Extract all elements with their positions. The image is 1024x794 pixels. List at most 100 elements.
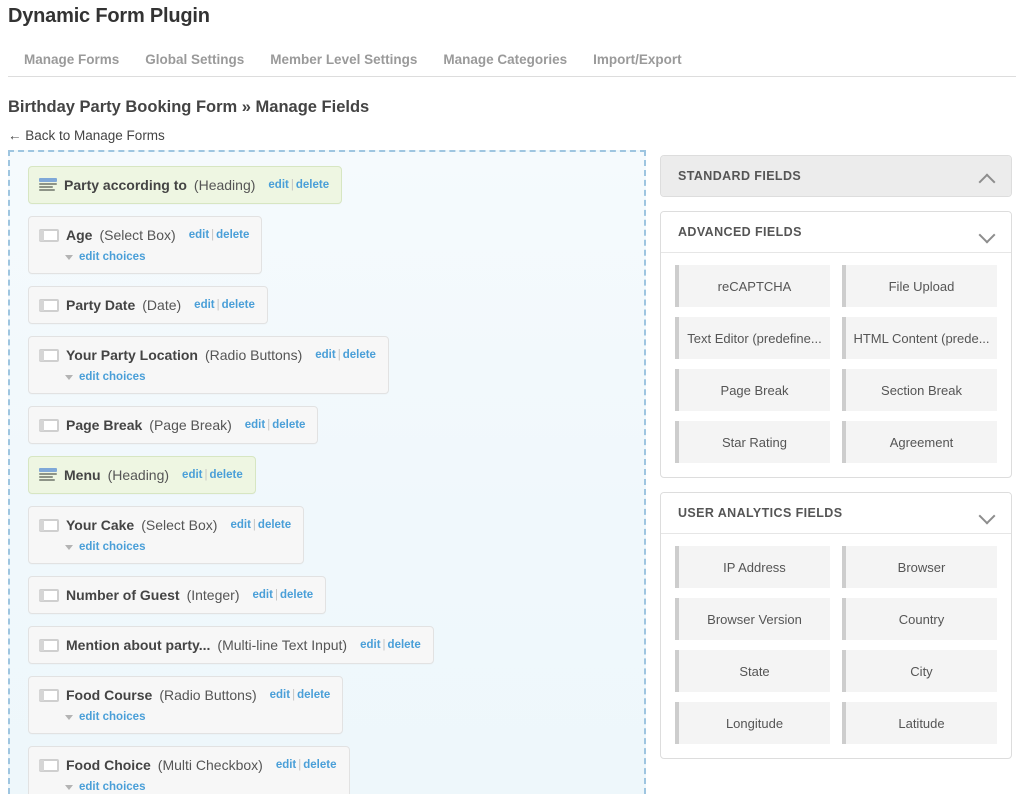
edit-choices-label: edit choices xyxy=(79,251,146,263)
form-field-row[interactable]: Food Choice (Multi Checkbox) edit | delete ed… xyxy=(28,746,350,794)
edit-field-link[interactable]: edit xyxy=(245,419,265,431)
caret-down-icon xyxy=(65,714,73,720)
palette-field-button[interactable]: Country xyxy=(842,598,997,640)
edit-choices-toggle[interactable]: edit choices xyxy=(65,711,330,723)
form-field-row[interactable]: Menu (Heading) edit | delete xyxy=(28,456,256,494)
palette-field-button[interactable]: State xyxy=(675,650,830,692)
nav-tab-manage-forms[interactable]: Manage Forms xyxy=(8,52,132,68)
palette-field-button[interactable]: reCAPTCHA xyxy=(675,265,830,307)
edit-field-link[interactable]: edit xyxy=(276,759,296,771)
field-icon xyxy=(39,638,59,652)
field-label: Your Cake xyxy=(66,517,135,533)
form-fields-drop-area[interactable]: Party according to (Heading) edit | delete Ag… xyxy=(8,150,646,794)
chevron-up-icon[interactable] xyxy=(980,172,995,181)
heading-icon xyxy=(39,468,57,482)
nav-tab-global-settings[interactable]: Global Settings xyxy=(132,52,257,68)
delete-field-link[interactable]: delete xyxy=(297,689,330,701)
palette-panel-title: USER ANALYTICS FIELDS xyxy=(678,506,843,520)
action-separator: | xyxy=(290,179,294,191)
delete-field-link[interactable]: delete xyxy=(343,349,376,361)
nav-tab-member-level-settings[interactable]: Member Level Settings xyxy=(257,52,430,68)
palette-panel-header[interactable]: STANDARD FIELDS xyxy=(661,156,1011,196)
form-field-row[interactable]: Your Cake (Select Box) edit | delete edit cho… xyxy=(28,506,305,564)
delete-field-link[interactable]: delete xyxy=(222,299,255,311)
chevron-down-icon[interactable] xyxy=(980,509,995,518)
edit-field-link[interactable]: edit xyxy=(360,639,380,651)
chevron-down-icon[interactable] xyxy=(980,228,995,237)
palette-panel-header[interactable]: USER ANALYTICS FIELDS xyxy=(661,493,1011,533)
edit-choices-label: edit choices xyxy=(79,781,146,793)
delete-field-link[interactable]: delete xyxy=(210,469,243,481)
delete-field-link[interactable]: delete xyxy=(216,229,249,241)
palette-field-button[interactable]: Page Break xyxy=(675,369,830,411)
edit-choices-toggle[interactable]: edit choices xyxy=(65,251,249,263)
palette-field-button[interactable]: Browser Version xyxy=(675,598,830,640)
delete-field-link[interactable]: delete xyxy=(280,589,313,601)
delete-field-link[interactable]: delete xyxy=(272,419,305,431)
form-field-row[interactable]: Age (Select Box) edit | delete edit choices xyxy=(28,216,263,274)
form-field-row[interactable]: Food Course (Radio Buttons) edit | delete edi… xyxy=(28,676,344,734)
caret-down-icon xyxy=(65,254,73,260)
palette-field-button[interactable]: Agreement xyxy=(842,421,997,463)
palette-field-button[interactable]: Longitude xyxy=(675,702,830,744)
nav-tab-manage-categories[interactable]: Manage Categories xyxy=(430,52,580,68)
edit-field-link[interactable]: edit xyxy=(270,689,290,701)
field-row-wrapper: Food Choice (Multi Checkbox) edit | delete ed… xyxy=(10,746,644,794)
form-field-row[interactable]: Your Party Location (Radio Buttons) edit | d… xyxy=(28,336,389,394)
form-field-row[interactable]: Party according to (Heading) edit | delete xyxy=(28,166,343,204)
form-field-row[interactable]: Mention about party... (Multi-line Text I… xyxy=(28,626,434,664)
palette-field-button[interactable]: City xyxy=(842,650,997,692)
field-row-wrapper: Party according to (Heading) edit | delete xyxy=(10,166,644,216)
field-row-wrapper: Page Break (Page Break) edit | delete xyxy=(10,406,644,456)
palette-field-button[interactable]: File Upload xyxy=(842,265,997,307)
page-title: Birthday Party Booking Form » Manage Fie… xyxy=(8,98,370,116)
edit-field-link[interactable]: edit xyxy=(230,519,250,531)
field-type: (Integer) xyxy=(186,587,240,603)
field-label: Party Date xyxy=(66,297,136,313)
edit-field-link[interactable]: edit xyxy=(182,469,202,481)
delete-field-link[interactable]: delete xyxy=(388,639,421,651)
form-field-row[interactable]: Party Date (Date) edit | delete xyxy=(28,286,268,324)
delete-field-link[interactable]: delete xyxy=(303,759,336,771)
action-separator: | xyxy=(382,639,386,651)
field-type: (Radio Buttons) xyxy=(159,687,257,703)
delete-field-link[interactable]: delete xyxy=(296,179,329,191)
edit-field-link[interactable]: edit xyxy=(268,179,288,191)
edit-choices-toggle[interactable]: edit choices xyxy=(65,781,337,793)
edit-field-link[interactable]: edit xyxy=(253,589,273,601)
field-actions: edit | delete xyxy=(194,299,255,311)
palette-field-button[interactable]: HTML Content (prede... xyxy=(842,317,997,359)
field-label: Number of Guest xyxy=(66,587,180,603)
action-separator: | xyxy=(337,349,341,361)
field-row-wrapper: Food Course (Radio Buttons) edit | delete edi… xyxy=(10,676,644,746)
palette-field-button[interactable]: Text Editor (predefine... xyxy=(675,317,830,359)
edit-choices-toggle[interactable]: edit choices xyxy=(65,541,291,553)
nav-tab-import-export[interactable]: Import/Export xyxy=(580,52,695,68)
delete-field-link[interactable]: delete xyxy=(258,519,291,531)
field-icon xyxy=(39,348,59,362)
edit-field-link[interactable]: edit xyxy=(189,229,209,241)
palette-panel-header[interactable]: ADVANCED FIELDS xyxy=(661,212,1011,252)
action-separator: | xyxy=(298,759,302,771)
field-icon xyxy=(39,518,59,532)
nav-tabs: Manage Forms Global Settings Member Level … xyxy=(8,52,1016,77)
form-field-row[interactable]: Page Break (Page Break) edit | delete xyxy=(28,406,319,444)
palette-field-button[interactable]: IP Address xyxy=(675,546,830,588)
form-field-row[interactable]: Number of Guest (Integer) edit | delete xyxy=(28,576,327,614)
field-type: (Heading) xyxy=(107,467,170,483)
field-row-wrapper: Party Date (Date) edit | delete xyxy=(10,286,644,336)
action-separator: | xyxy=(274,589,278,601)
palette-field-button[interactable]: Browser xyxy=(842,546,997,588)
palette-field-button[interactable]: Latitude xyxy=(842,702,997,744)
back-to-manage-forms-link[interactable]: ← Back to Manage Forms xyxy=(8,128,165,143)
field-palette-sidebar: STANDARD FIELDS ADVANCED FIELDS reCAPTCHA F… xyxy=(660,155,1012,773)
edit-field-link[interactable]: edit xyxy=(315,349,335,361)
action-separator: | xyxy=(252,519,256,531)
edit-choices-toggle[interactable]: edit choices xyxy=(65,371,376,383)
edit-field-link[interactable]: edit xyxy=(194,299,214,311)
caret-down-icon xyxy=(65,544,73,550)
action-separator: | xyxy=(216,299,220,311)
field-label: Your Party Location xyxy=(66,347,198,363)
palette-field-button[interactable]: Section Break xyxy=(842,369,997,411)
palette-field-button[interactable]: Star Rating xyxy=(675,421,830,463)
